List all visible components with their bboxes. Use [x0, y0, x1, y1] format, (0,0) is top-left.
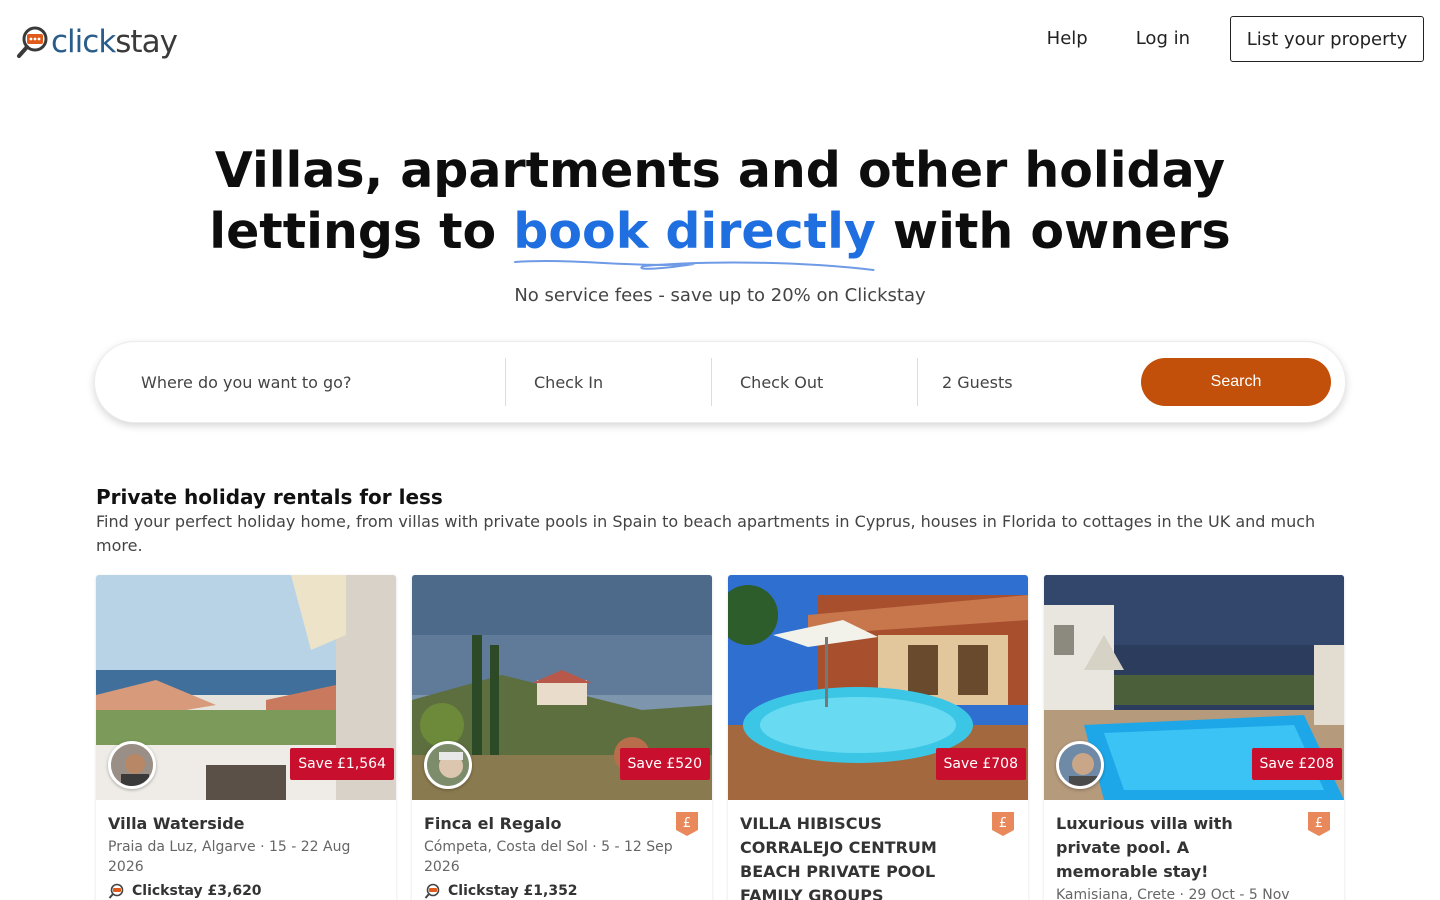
svg-text:£: £ — [1315, 816, 1323, 831]
search-bar: Where do you want to go? Check In Check … — [94, 341, 1346, 423]
scribble-underline-icon — [514, 260, 875, 271]
property-title[interactable]: Villa Waterside — [108, 812, 338, 836]
pound-tag-icon: £ — [992, 812, 1014, 836]
property-price: Clickstay £1,352 — [424, 883, 700, 899]
clickstay-logo[interactable]: clickstay — [16, 22, 178, 62]
site-header: clickstay Help Log in List your property — [0, 0, 1440, 80]
property-card[interactable]: Save £708 £ VILLA HIBISCUS CORRALEJO CEN… — [728, 575, 1028, 900]
search-divider — [711, 358, 712, 406]
search-divider — [505, 358, 506, 406]
hero-subtitle: No service fees - save up to 20% on Clic… — [514, 285, 926, 306]
property-photo[interactable]: Save £208 — [1044, 575, 1344, 800]
section-description: Find your perfect holiday home, from vil… — [96, 512, 1316, 555]
property-title[interactable]: VILLA HIBISCUS CORRALEJO CENTRUM BEACH P… — [740, 812, 970, 900]
save-badge: Save £520 — [619, 748, 710, 780]
svg-text:£: £ — [999, 816, 1007, 831]
pound-tag-icon: £ — [676, 812, 698, 836]
host-avatar[interactable] — [108, 741, 156, 789]
search-divider — [917, 358, 918, 406]
property-card[interactable]: Save £208 £ Luxurious villa with private… — [1044, 575, 1344, 900]
price-text: Clickstay £1,352 — [448, 883, 578, 899]
property-card[interactable]: Save £520 £ Finca el Regalo Cómpeta, Cos… — [412, 575, 712, 900]
logo-magnifier-icon — [17, 26, 48, 58]
property-photo[interactable]: Save £1,564 — [96, 575, 396, 800]
destination-input[interactable]: Where do you want to go? — [141, 342, 501, 422]
clickstay-price-icon — [424, 883, 440, 899]
property-location-dates: Cómpeta, Costa del Sol · 5 - 12 Sep 2026 — [424, 839, 673, 875]
host-avatar[interactable] — [424, 741, 472, 789]
guests-selector[interactable]: 2 Guests — [942, 342, 1112, 422]
hero-title-part3: with owners — [892, 203, 1231, 260]
save-badge: Save £708 — [935, 748, 1026, 780]
property-title[interactable]: Luxurious villa with private pool. A mem… — [1056, 812, 1286, 884]
logo-wordmark: clickstay — [51, 23, 178, 60]
list-property-button[interactable]: List your property — [1230, 16, 1424, 62]
host-avatar[interactable] — [1056, 741, 1104, 789]
property-price: Clickstay £3,620 — [108, 883, 384, 899]
property-photo[interactable]: Save £708 — [728, 575, 1028, 800]
property-photo[interactable]: Save £520 — [412, 575, 712, 800]
help-link[interactable]: Help — [1047, 16, 1088, 62]
check-out-field[interactable]: Check Out — [740, 342, 910, 422]
property-location-dates: Kamisiana, Crete · 29 Oct - 5 Nov 2026 — [1056, 887, 1290, 900]
hero-title-highlight: book directly — [513, 201, 876, 271]
property-card[interactable]: Save £1,564 Villa Waterside Praia da Luz… — [96, 575, 396, 900]
property-location-dates: Praia da Luz, Algarve · 15 - 22 Aug 2026 — [108, 839, 351, 875]
section-title: Private holiday rentals for less — [96, 485, 443, 509]
hero-title-line1: Villas, apartments and other holiday — [214, 142, 1226, 199]
price-text: Clickstay £3,620 — [132, 883, 262, 899]
save-badge: Save £208 — [1251, 748, 1342, 780]
property-title[interactable]: Finca el Regalo — [424, 812, 654, 836]
hero-title-part2: lettings to — [209, 203, 497, 260]
svg-text:£: £ — [683, 816, 691, 831]
pound-tag-icon: £ — [1308, 812, 1330, 836]
save-badge: Save £1,564 — [290, 748, 394, 780]
login-link[interactable]: Log in — [1136, 16, 1190, 62]
clickstay-price-icon — [108, 883, 124, 899]
check-in-field[interactable]: Check In — [534, 342, 704, 422]
hero-title: Villas, apartments and other holiday let… — [0, 140, 1440, 271]
search-button[interactable]: Search — [1141, 358, 1331, 406]
top-nav: Help Log in List your property — [1047, 16, 1424, 62]
